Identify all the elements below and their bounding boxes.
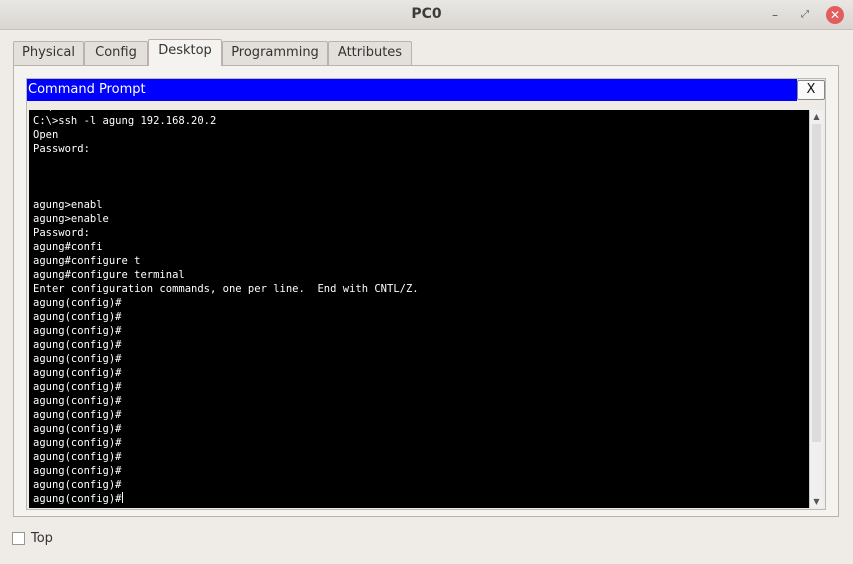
terminal-line: agung(config)# bbox=[33, 325, 122, 337]
terminal-line: agung#configure terminal bbox=[33, 269, 185, 281]
terminal-line: C:\>ssh -l agung 192.168.20.2 bbox=[33, 115, 217, 127]
terminal-line: agung(config)# bbox=[33, 311, 122, 323]
text-cursor bbox=[121, 492, 123, 503]
terminal-lines: C:\>C:\>ssh -l agung 192.168.20.2OpenPas… bbox=[33, 110, 419, 506]
terminal-line: agung(config)# bbox=[33, 423, 122, 435]
terminal-line: agung#configure t bbox=[33, 255, 141, 267]
terminal-line: agung>enable bbox=[33, 213, 109, 225]
tab-physical[interactable]: Physical bbox=[13, 41, 84, 65]
desktop-panel: Command Prompt X C:\>C:\>ssh -l agung 19… bbox=[13, 65, 839, 517]
window-title: PC0 bbox=[411, 6, 442, 22]
terminal-line: agung(config)# bbox=[33, 437, 122, 449]
terminal-line: agung(config)# bbox=[33, 297, 122, 309]
top-checkbox-label: Top bbox=[31, 531, 53, 546]
terminal-line: agung(config)# bbox=[33, 409, 122, 421]
terminal-line: agung>enabl bbox=[33, 199, 103, 211]
top-checkbox[interactable] bbox=[12, 532, 25, 545]
terminal-line: Password: bbox=[33, 227, 90, 239]
app-window: PC0 – ⤢ ✕ Physical Config Desktop Progra… bbox=[0, 0, 853, 564]
terminal-line: agung(config)# bbox=[33, 339, 122, 351]
scroll-up-icon[interactable]: ▲ bbox=[810, 110, 823, 123]
tab-programming[interactable]: Programming bbox=[222, 41, 328, 65]
terminal-line: agung#confi bbox=[33, 241, 103, 253]
maximize-icon[interactable]: ⤢ bbox=[796, 6, 814, 24]
terminal-line: agung(config)# bbox=[33, 353, 122, 365]
minimize-icon[interactable]: – bbox=[766, 6, 784, 24]
terminal-output[interactable]: C:\>C:\>ssh -l agung 192.168.20.2OpenPas… bbox=[29, 110, 809, 508]
tab-attributes[interactable]: Attributes bbox=[328, 41, 412, 65]
tab-config[interactable]: Config bbox=[84, 41, 148, 65]
command-prompt-title: Command Prompt bbox=[27, 79, 797, 101]
close-icon[interactable]: ✕ bbox=[826, 6, 844, 24]
terminal-line: agung(config)# bbox=[33, 465, 122, 477]
terminal-line: agung(config)# bbox=[33, 381, 122, 393]
scrollbar-thumb[interactable] bbox=[812, 124, 821, 442]
terminal-line: agung(config)# bbox=[33, 479, 122, 491]
scroll-down-icon[interactable]: ▼ bbox=[810, 495, 823, 508]
terminal-line: agung(config)# bbox=[33, 367, 122, 379]
command-prompt-close-button[interactable]: X bbox=[797, 80, 825, 100]
terminal-line: agung(config)# bbox=[33, 492, 123, 505]
terminal-line: Enter configuration commands, one per li… bbox=[33, 283, 419, 295]
terminal-line: Open bbox=[33, 129, 59, 141]
title-bar: PC0 – ⤢ ✕ bbox=[0, 0, 853, 30]
terminal-line: Password: bbox=[33, 143, 90, 155]
terminal-line: agung(config)# bbox=[33, 395, 122, 407]
command-prompt-window: Command Prompt X C:\>C:\>ssh -l agung 19… bbox=[26, 78, 826, 510]
terminal-scrollbar[interactable]: ▲ ▼ bbox=[809, 110, 823, 508]
terminal-line: agung(config)# bbox=[33, 451, 122, 463]
tab-desktop[interactable]: Desktop bbox=[148, 39, 222, 66]
